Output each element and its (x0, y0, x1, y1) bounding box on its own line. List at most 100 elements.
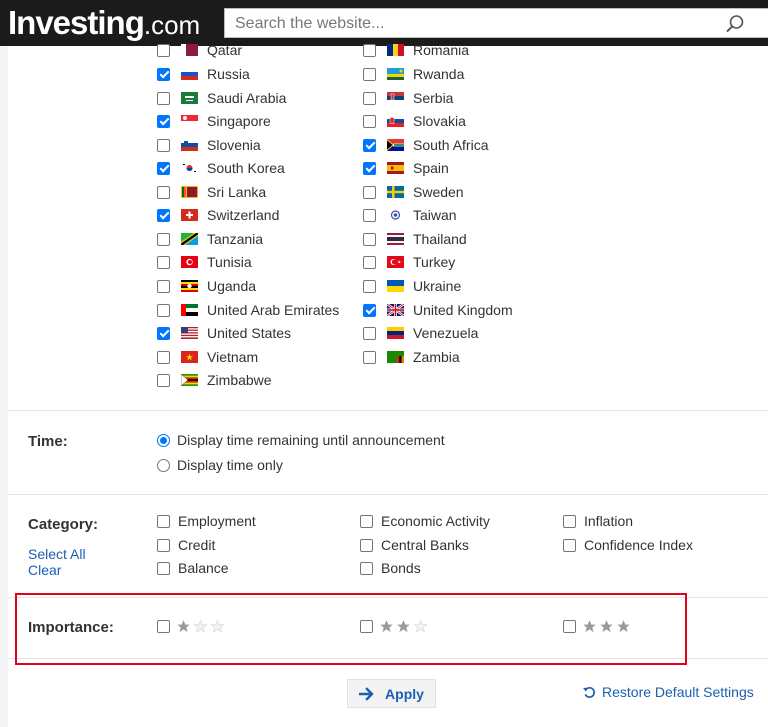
country-label: Spain (413, 160, 449, 176)
investing-logo[interactable]: Investing.com (8, 4, 200, 44)
apply-button[interactable]: Apply (347, 679, 436, 708)
category-checkbox[interactable] (360, 538, 373, 552)
qatar-flag-icon (181, 44, 198, 56)
country-checkbox[interactable] (363, 255, 376, 269)
country-item[interactable]: Vietnam (157, 347, 258, 367)
category-checkbox[interactable] (157, 538, 170, 552)
category-item-central-banks[interactable]: Central Banks (360, 537, 469, 553)
country-item[interactable]: Spain (363, 158, 449, 178)
thailand-flag-icon (387, 233, 404, 245)
zimbabwe-flag-icon (181, 374, 198, 386)
country-checkbox[interactable] (157, 232, 170, 246)
country-checkbox[interactable] (157, 303, 170, 317)
category-item-bonds[interactable]: Bonds (360, 560, 421, 576)
country-label: Vietnam (207, 349, 259, 365)
category-checkbox[interactable] (157, 514, 170, 528)
category-item-economic-activity[interactable]: Economic Activity (360, 513, 490, 529)
select-all-link[interactable]: Select All (28, 546, 86, 562)
category-checkbox[interactable] (563, 514, 576, 528)
country-checkbox[interactable] (363, 114, 376, 128)
search-icon[interactable] (725, 14, 745, 34)
country-label: United Kingdom (413, 302, 513, 318)
country-checkbox[interactable] (157, 326, 170, 340)
country-checkbox[interactable] (157, 114, 170, 128)
country-checkbox[interactable] (363, 43, 376, 57)
country-checkbox[interactable] (363, 185, 376, 199)
category-item-confidence-index[interactable]: Confidence Index (563, 537, 693, 553)
country-checkbox[interactable] (363, 350, 376, 364)
country-checkbox[interactable] (157, 138, 170, 152)
country-checkbox[interactable] (363, 232, 376, 246)
country-checkbox[interactable] (157, 350, 170, 364)
country-item[interactable]: Romania (363, 40, 469, 60)
country-checkbox[interactable] (157, 208, 170, 222)
time-option-remaining[interactable]: Display time remaining until announcemen… (157, 432, 445, 448)
country-item[interactable]: Saudi Arabia (157, 88, 286, 108)
country-checkbox[interactable] (363, 91, 376, 105)
country-item[interactable]: Qatar (157, 40, 242, 60)
country-item[interactable]: United States (157, 323, 291, 343)
country-item[interactable]: Tunisia (157, 252, 252, 272)
country-checkbox[interactable] (157, 255, 170, 269)
country-label: Russia (207, 66, 250, 82)
country-checkbox[interactable] (363, 208, 376, 222)
country-item[interactable]: Serbia (363, 88, 453, 108)
country-item[interactable]: Sweden (363, 182, 464, 202)
country-item[interactable]: Venezuela (363, 323, 478, 343)
vietnam-flag-icon (181, 351, 198, 363)
country-item[interactable]: Russia (157, 64, 250, 84)
category-checkbox[interactable] (360, 514, 373, 528)
country-item[interactable]: Turkey (363, 252, 455, 272)
country-checkbox[interactable] (363, 326, 376, 340)
country-item[interactable]: South Africa (363, 135, 489, 155)
country-item[interactable]: United Arab Emirates (157, 300, 339, 320)
country-checkbox[interactable] (157, 185, 170, 199)
category-checkbox[interactable] (360, 561, 373, 575)
time-radio-only[interactable] (157, 458, 170, 472)
country-label: Saudi Arabia (207, 90, 287, 106)
country-item[interactable]: Slovakia (363, 111, 466, 131)
country-item[interactable]: Thailand (363, 229, 467, 249)
country-checkbox[interactable] (157, 279, 170, 293)
apply-label: Apply (385, 685, 424, 702)
country-checkbox[interactable] (157, 91, 170, 105)
category-item-balance[interactable]: Balance (157, 560, 229, 576)
category-item-employment[interactable]: Employment (157, 513, 256, 529)
restore-defaults-link[interactable]: Restore Default Settings (583, 684, 754, 700)
country-item[interactable]: Uganda (157, 276, 256, 296)
country-item[interactable]: Switzerland (157, 205, 279, 225)
time-radio-remaining[interactable] (157, 433, 170, 447)
country-item[interactable]: Slovenia (157, 135, 261, 155)
country-checkbox[interactable] (157, 161, 170, 175)
category-item-label: Employment (178, 513, 256, 529)
search-input[interactable] (225, 9, 737, 39)
country-checkbox[interactable] (157, 67, 170, 81)
country-checkbox[interactable] (363, 67, 376, 81)
country-checkbox[interactable] (157, 43, 170, 57)
country-item[interactable]: Singapore (157, 111, 271, 131)
country-item[interactable]: United Kingdom (363, 300, 513, 320)
country-label: Sweden (413, 184, 464, 200)
country-checkbox[interactable] (363, 279, 376, 293)
country-item[interactable]: Taiwan (363, 205, 457, 225)
category-item-credit[interactable]: Credit (157, 537, 215, 553)
country-item[interactable]: Zambia (363, 347, 460, 367)
country-checkbox[interactable] (157, 373, 170, 387)
country-checkbox[interactable] (363, 161, 376, 175)
category-checkbox[interactable] (157, 561, 170, 575)
country-item[interactable]: South Korea (157, 158, 285, 178)
country-checkbox[interactable] (363, 138, 376, 152)
category-checkbox[interactable] (563, 538, 576, 552)
country-item[interactable]: Ukraine (363, 276, 461, 296)
category-item-label: Confidence Index (584, 537, 693, 553)
country-item[interactable]: Rwanda (363, 64, 464, 84)
country-item[interactable]: Tanzania (157, 229, 263, 249)
category-item-inflation[interactable]: Inflation (563, 513, 633, 529)
clear-link[interactable]: Clear (28, 562, 61, 578)
country-checkbox[interactable] (363, 303, 376, 317)
country-label: Tunisia (207, 254, 252, 270)
country-label: South Korea (207, 160, 285, 176)
country-item[interactable]: Sri Lanka (157, 182, 266, 202)
country-item[interactable]: Zimbabwe (157, 370, 272, 390)
time-option-only[interactable]: Display time only (157, 457, 283, 473)
